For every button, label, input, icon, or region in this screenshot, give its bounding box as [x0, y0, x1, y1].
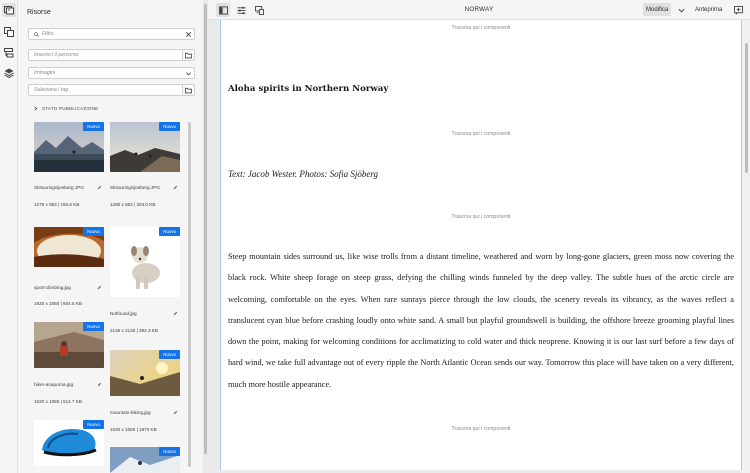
asset-filename: sport-climbing.jpg [34, 285, 71, 290]
publication-status-toggle[interactable]: STATO PUBBLICAZIONE [33, 106, 98, 111]
folder-browse-icon[interactable] [182, 50, 194, 60]
asset-grid: Nuovo SkitouringSjoeberg.JPG 1279 x 853 … [31, 122, 201, 473]
assets-panel: Risorse Filtro Inserisci il percorso Imm… [18, 0, 207, 473]
assets-icon[interactable] [2, 3, 16, 17]
component-dropzone[interactable]: Trascina qui i componenti [220, 131, 742, 137]
grid-scrollbar[interactable] [188, 122, 191, 467]
asset-meta: 1280 x 853 | 203.0 KB [110, 202, 156, 207]
chevron-down-icon [182, 68, 194, 78]
component-dropzone[interactable]: Trascina qui i componenti [220, 25, 742, 31]
path-placeholder: Inserisci il percorso [34, 52, 79, 58]
filter-placeholder: Filtro [42, 31, 54, 37]
publication-status-label: STATO PUBBLICAZIONE [42, 106, 99, 111]
component-dropzone[interactable]: Trascina qui i componenti [220, 426, 742, 432]
asset-filename: SkitouringSjoeberg.JPG [110, 185, 161, 190]
asset-meta: 1620 x 1080 | 1970 KB [110, 427, 157, 432]
side-rail [0, 0, 18, 473]
new-badge: Nuovo [159, 350, 180, 359]
asset-card[interactable]: Nuovo sport-climbing.jpg 1920 x 1080 | 6… [34, 227, 104, 306]
clear-icon[interactable] [182, 29, 194, 39]
editor-app: Risorse Filtro Inserisci il percorso Imm… [0, 0, 750, 473]
article-byline[interactable]: Text: Jacob Wester. Photos: Sofia Sjöber… [228, 169, 378, 179]
new-badge: Nuovo [159, 227, 180, 236]
panel-scroll-thumb[interactable] [204, 4, 207, 454]
panel-title: Risorse [27, 9, 51, 16]
asset-meta: 1920 x 1080 | 604.5 KB [34, 301, 82, 306]
edit-mode-button[interactable]: Modifica [643, 3, 672, 16]
asset-filename: mountain-biking.jpg [110, 410, 151, 415]
new-badge: Nuovo [83, 420, 104, 429]
content-tree-icon[interactable] [2, 46, 16, 60]
canvas-scroll-thumb[interactable] [745, 43, 748, 173]
edit-icon[interactable] [173, 311, 178, 316]
path-input[interactable]: Inserisci il percorso [28, 49, 195, 61]
asset-card[interactable]: Nuovo [110, 447, 180, 473]
tags-input[interactable]: Seleziona i tag [28, 84, 195, 96]
asset-filename: Notfound.jpg [110, 311, 137, 316]
panel-scrollbar[interactable] [203, 0, 207, 473]
tags-placeholder: Seleziona i tag [34, 87, 69, 93]
asset-thumbnail [110, 227, 180, 297]
edit-icon[interactable] [173, 185, 178, 190]
article-title[interactable]: Aloha spirits in Northern Norway [228, 84, 388, 94]
preview-mode-button[interactable]: Anteprima [692, 3, 725, 16]
asset-card[interactable]: Nuovo [34, 420, 104, 466]
new-badge: Nuovo [159, 447, 180, 456]
asset-type-select[interactable]: Immagini [28, 67, 195, 79]
asset-card[interactable]: Nuovo mountain-biking.jpg 1620 x 1080 | … [110, 350, 180, 432]
article-body[interactable]: Steep mountain sides surround us, like w… [228, 246, 734, 395]
asset-meta: 2136 x 2135 | 392.3 KB [110, 328, 158, 333]
new-badge: Nuovo [159, 122, 180, 131]
canvas-scrollbar[interactable] [742, 20, 750, 473]
folder-browse-icon[interactable] [182, 85, 194, 95]
asset-meta: 1620 x 1080 | 514.7 KB [34, 399, 82, 404]
new-badge: Nuovo [83, 227, 104, 236]
asset-card[interactable]: Nuovo Notfound.jpg 2136 x 2135 | 392.3 K… [110, 227, 180, 333]
edit-icon[interactable] [173, 410, 178, 415]
editor-toolbar: NORWAY Modifica Anteprima [208, 0, 750, 20]
new-badge: Nuovo [83, 122, 104, 131]
asset-card[interactable]: Nuovo SkitouringSjoeberg.JPG 1280 x 853 … [110, 122, 180, 207]
asset-meta: 1279 x 853 | 192.6 KB [34, 202, 80, 207]
search-icon [34, 31, 39, 37]
layout-guide [220, 20, 221, 470]
asset-type-value: Immagini [34, 70, 56, 76]
chevron-right-icon [34, 106, 38, 111]
component-dropzone[interactable]: Trascina qui i componenti [220, 214, 742, 220]
edit-icon[interactable] [97, 185, 102, 190]
annotations-icon[interactable] [731, 3, 745, 17]
asset-card[interactable]: Nuovo SkitouringSjoeberg.JPG 1279 x 853 … [34, 122, 104, 207]
filter-input[interactable]: Filtro [28, 28, 195, 40]
edit-icon[interactable] [97, 382, 102, 387]
page-canvas: Trascina qui i componenti Aloha spirits … [220, 20, 742, 470]
asset-card[interactable]: Nuovo hiker-anapurna.jpg 1620 x 1080 | 5… [34, 322, 104, 404]
components-icon[interactable] [2, 25, 16, 39]
new-badge: Nuovo [83, 322, 104, 331]
asset-filename: SkitouringSjoeberg.JPG [34, 185, 85, 190]
layers-icon[interactable] [2, 66, 16, 80]
chevron-down-icon[interactable] [674, 3, 688, 17]
asset-filename: hiker-anapurna.jpg [34, 382, 74, 387]
edit-icon[interactable] [97, 285, 102, 290]
